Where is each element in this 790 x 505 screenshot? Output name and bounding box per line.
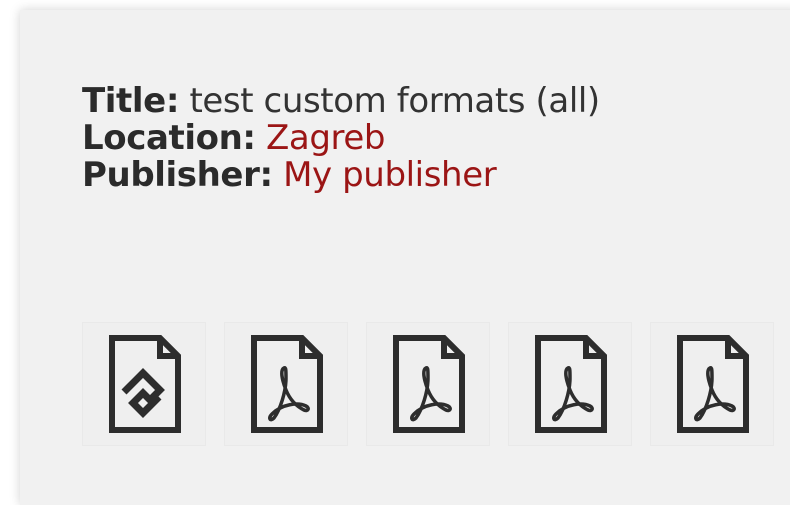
format-tile-pdf[interactable] — [508, 322, 632, 446]
title-row: Title: test custom formats (all) — [82, 83, 600, 120]
book-details-card: Title: test custom formats (all) Locatio… — [20, 10, 790, 505]
pdf-file-icon — [535, 335, 607, 433]
title-label: Title: — [82, 81, 180, 121]
publisher-link[interactable]: My publisher — [283, 155, 497, 195]
format-tile-pdf[interactable] — [366, 322, 490, 446]
title-value: test custom formats (all) — [189, 81, 600, 121]
publisher-label: Publisher: — [82, 155, 273, 195]
format-tile-pdf[interactable] — [224, 322, 348, 446]
location-label: Location: — [82, 118, 256, 158]
epub-file-icon — [109, 335, 181, 433]
format-list — [82, 322, 774, 448]
page: Title: test custom formats (all) Locatio… — [0, 0, 790, 505]
publisher-row: Publisher: My publisher — [82, 157, 600, 194]
format-tile-epub[interactable] — [82, 322, 206, 446]
pdf-file-icon — [393, 335, 465, 433]
book-metadata: Title: test custom formats (all) Locatio… — [82, 83, 600, 194]
location-link[interactable]: Zagreb — [266, 118, 385, 158]
pdf-file-icon — [677, 335, 749, 433]
format-tile-pdf[interactable] — [650, 322, 774, 446]
pdf-file-icon — [251, 335, 323, 433]
location-row: Location: Zagreb — [82, 120, 600, 157]
